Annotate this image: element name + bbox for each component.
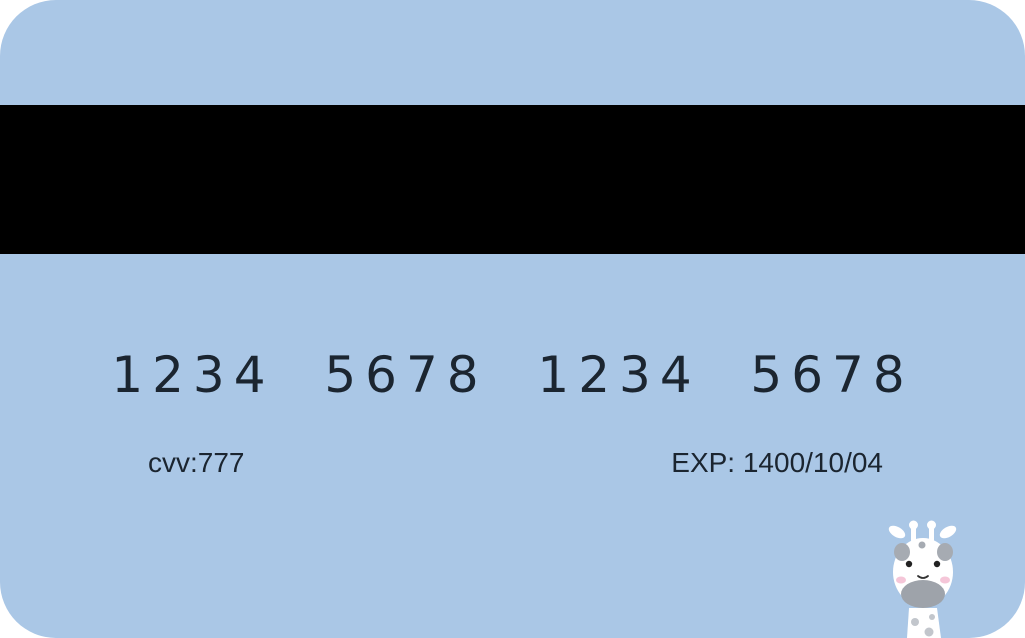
expiry-date: EXP: 1400/10/04 (671, 447, 883, 478)
magnetic-stripe (0, 105, 1025, 254)
card-number: 1234 5678 1234 5678 (111, 346, 914, 404)
cvv-label: cvv:777 (148, 447, 245, 478)
giraffe-icon (888, 520, 957, 638)
card-back: 1234 5678 1234 5678 cvv:777 EXP: 1400/10… (0, 0, 1025, 638)
